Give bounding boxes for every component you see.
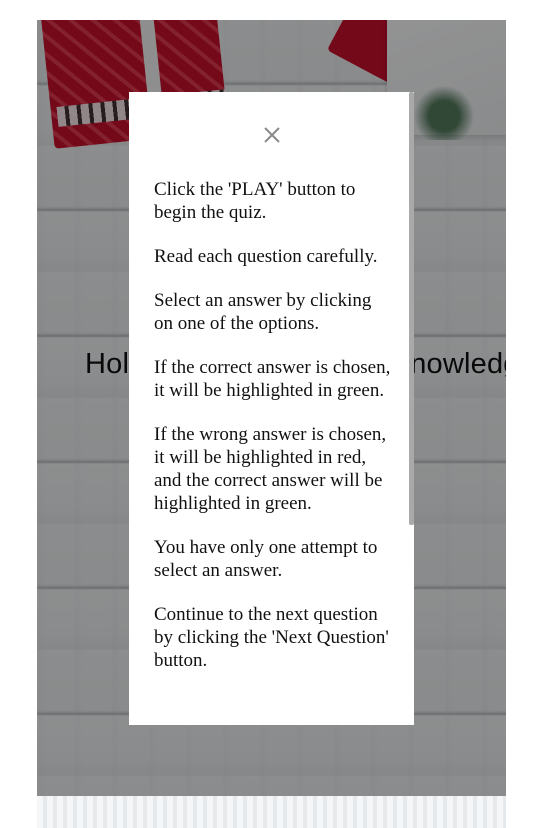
modal-scrollbar[interactable] — [409, 92, 414, 525]
instruction-item: Continue to the next question by clickin… — [154, 604, 389, 671]
close-button[interactable] — [263, 126, 281, 144]
instructions-text: Click the 'PLAY' button to begin the qui… — [154, 178, 394, 693]
instruction-item: Click the 'PLAY' button to begin the qui… — [154, 179, 356, 223]
instructions-modal: Click the 'PLAY' button to begin the qui… — [129, 92, 414, 725]
close-icon[interactable] — [263, 126, 281, 144]
instruction-item: You have only one attempt to select an a… — [154, 537, 378, 581]
instruction-item: If the wrong answer is chosen, it will b… — [154, 424, 387, 514]
page-frame: Holiday Quiz: Test your knowledge of the… — [37, 20, 506, 828]
instruction-item: Select an answer by clicking on one of t… — [154, 290, 372, 334]
instruction-item: If the correct answer is chosen, it will… — [154, 357, 391, 401]
instruction-item: Read each question carefully. — [154, 246, 378, 267]
bottom-background-strip — [37, 796, 506, 828]
